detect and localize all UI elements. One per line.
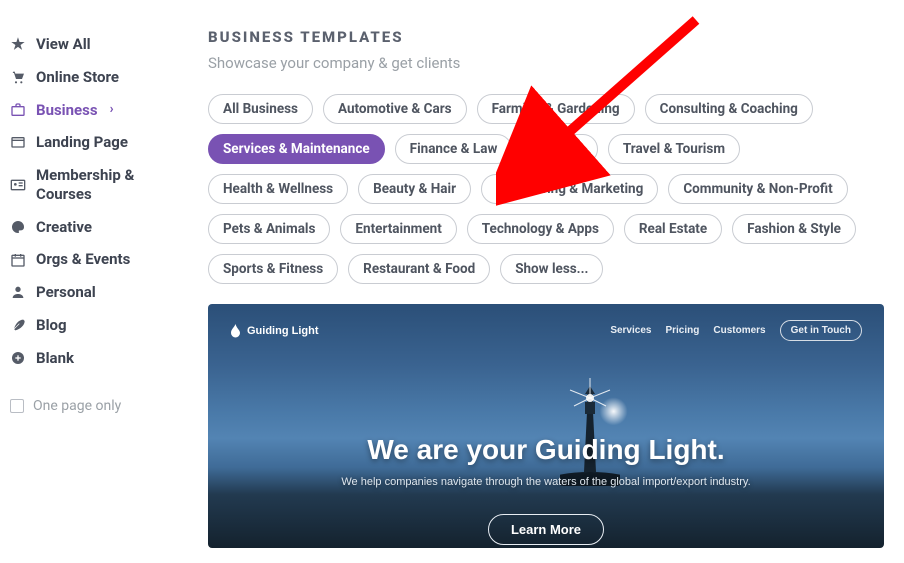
preview-nav-pricing[interactable]: Pricing <box>665 325 699 336</box>
preview-brand: Guiding Light <box>230 324 318 338</box>
sidebar-item-label: Orgs & Events <box>36 250 130 269</box>
filter-chip[interactable]: Pets & Animals <box>208 214 330 244</box>
briefcase-icon <box>10 102 26 118</box>
filter-chip[interactable]: Restaurant & Food <box>348 254 490 284</box>
sidebar-item-label: Blank <box>36 349 74 368</box>
preview-hero-sub: We help companies navigate through the w… <box>208 476 884 488</box>
main-content: BUSINESS TEMPLATES Showcase your company… <box>180 28 894 548</box>
filter-chip[interactable]: Consulting & Coaching <box>645 94 813 124</box>
template-preview-card[interactable]: Guiding Light Services Pricing Customers… <box>208 304 884 548</box>
filter-chip[interactable]: Beauty & Hair <box>358 174 471 204</box>
filter-chip[interactable]: Farming & Gardening <box>477 94 635 124</box>
plus-circle-icon <box>10 350 26 366</box>
filter-chips: All Business Automotive & Cars Farming & G… <box>208 94 888 284</box>
sidebar: ★ View All Online Store Business › Landi… <box>10 28 180 548</box>
sidebar-item-blank[interactable]: Blank <box>10 342 180 375</box>
preview-hero-cta-button[interactable]: Learn More <box>488 514 604 545</box>
sidebar-item-blog[interactable]: Blog <box>10 309 180 342</box>
sidebar-item-label: Blog <box>36 316 67 335</box>
filter-chip[interactable]: Community & Non-Profit <box>668 174 847 204</box>
filter-chip[interactable]: Advertising & Marketing <box>481 174 658 204</box>
id-card-icon <box>10 177 26 193</box>
filter-chip[interactable]: Sports & Fitness <box>208 254 338 284</box>
sidebar-item-online-store[interactable]: Online Store <box>10 61 180 94</box>
preview-nav-services[interactable]: Services <box>610 325 651 336</box>
sidebar-item-label: Membership & Courses <box>36 166 180 204</box>
filter-chip[interactable]: Show less... <box>500 254 603 284</box>
sidebar-item-membership-courses[interactable]: Membership & Courses <box>10 159 180 211</box>
preview-nav: Services Pricing Customers Get in Touch <box>610 320 862 341</box>
palette-icon <box>10 219 26 235</box>
one-page-only-checkbox[interactable]: One page only <box>10 398 180 414</box>
filter-chip[interactable]: Automotive & Cars <box>323 94 467 124</box>
filter-chip[interactable]: Entertainment <box>340 214 456 244</box>
preview-brand-label: Guiding Light <box>247 325 318 337</box>
sidebar-item-creative[interactable]: Creative <box>10 211 180 244</box>
chevron-right-icon: › <box>110 102 114 117</box>
flame-icon <box>230 324 241 338</box>
one-page-only-label: One page only <box>33 398 121 414</box>
filter-chip[interactable]: Technology & Apps <box>467 214 614 244</box>
sidebar-item-personal[interactable]: Personal <box>10 276 180 309</box>
filter-chip[interactable]: Real Estate <box>624 214 722 244</box>
preview-nav-customers[interactable]: Customers <box>713 325 765 336</box>
page-icon <box>10 135 26 151</box>
sidebar-item-label: View All <box>36 35 91 54</box>
preview-hero-headline: We are your Guiding Light. <box>208 434 884 466</box>
filter-chip[interactable]: Fashion & Style <box>732 214 856 244</box>
person-icon <box>10 284 26 300</box>
star-icon: ★ <box>10 36 26 52</box>
sidebar-item-label: Creative <box>36 218 92 237</box>
checkbox-icon <box>10 399 24 413</box>
sidebar-item-orgs-events[interactable]: Orgs & Events <box>10 243 180 276</box>
filter-chip[interactable]: Finance & Law <box>395 134 513 164</box>
page-subtitle: Showcase your company & get clients <box>208 54 894 72</box>
page-title: BUSINESS TEMPLATES <box>208 28 894 46</box>
cart-icon <box>10 69 26 85</box>
preview-nav-contact-button[interactable]: Get in Touch <box>780 320 862 341</box>
sidebar-item-view-all[interactable]: ★ View All <box>10 28 180 61</box>
sidebar-item-label: Business <box>36 101 98 120</box>
sidebar-item-label: Landing Page <box>36 133 128 152</box>
calendar-icon <box>10 252 26 268</box>
sidebar-item-business[interactable]: Business › <box>10 94 180 127</box>
feather-icon <box>10 317 26 333</box>
filter-chip[interactable]: Services & Maintenance <box>208 134 385 164</box>
filter-chip[interactable]: All Business <box>208 94 313 124</box>
sidebar-item-label: Online Store <box>36 68 119 87</box>
sidebar-item-label: Personal <box>36 283 96 302</box>
filter-chip[interactable]: Travel & Tourism <box>608 134 740 164</box>
filter-chip[interactable]: Agency <box>522 134 597 164</box>
sidebar-item-landing-page[interactable]: Landing Page <box>10 126 180 159</box>
filter-chip[interactable]: Health & Wellness <box>208 174 348 204</box>
